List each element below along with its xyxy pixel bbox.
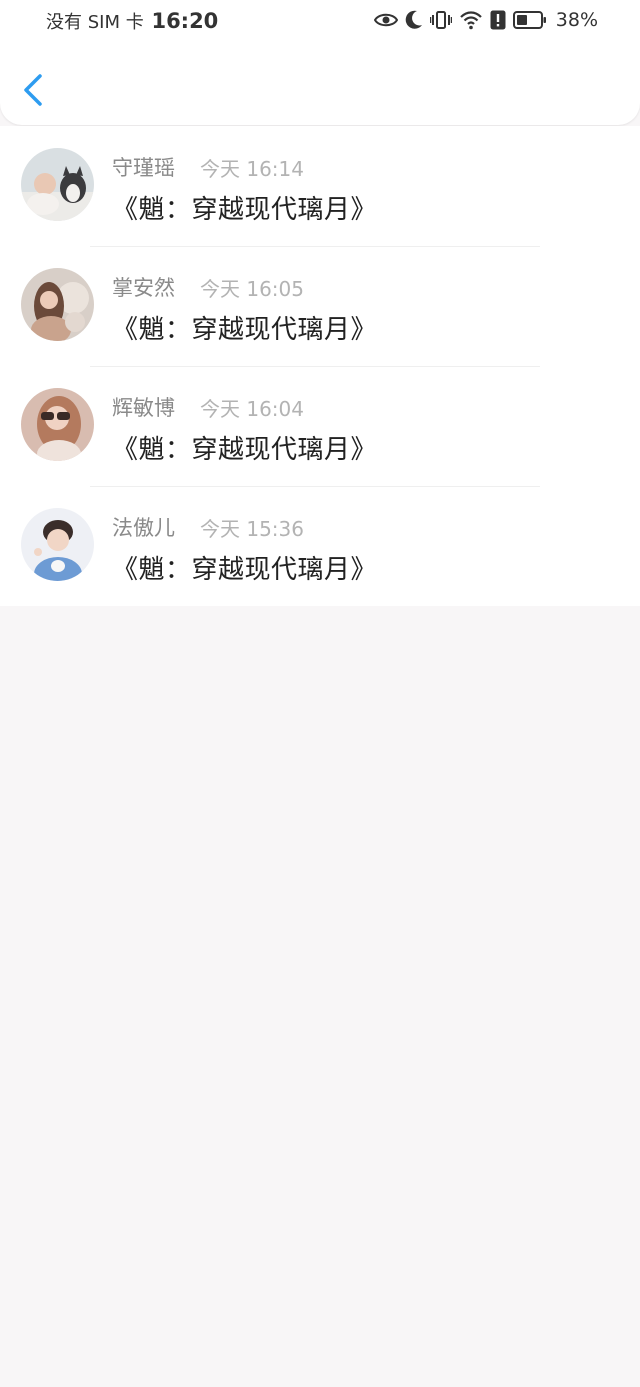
moon-icon [405, 10, 423, 30]
avatar[interactable] [21, 148, 94, 221]
message-list: 守瑾瑶 今天 16:14 《魈：穿越现代璃月》 掌安然 今天 16:05 《魈：… [0, 126, 640, 606]
message-content: 《魈：穿越现代璃月》 [112, 555, 378, 585]
sender-name: 掌安然 [112, 276, 175, 300]
sender-name: 法傲儿 [112, 516, 175, 540]
status-icons: 38% [373, 9, 598, 31]
chevron-left-icon [24, 74, 42, 106]
wifi-icon [459, 10, 483, 30]
top-bar: 没有 SIM 卡 16:20 38% [0, 0, 640, 125]
sender-name: 守瑾瑶 [112, 156, 175, 180]
eye-icon [373, 11, 398, 29]
carrier-label: 没有 SIM 卡 [46, 12, 144, 33]
avatar[interactable] [21, 508, 94, 581]
list-item[interactable]: 辉敏博 今天 16:04 《魈：穿越现代璃月》 [0, 366, 640, 486]
list-item[interactable]: 掌安然 今天 16:05 《魈：穿越现代璃月》 [0, 246, 640, 366]
vibrate-icon [429, 10, 452, 30]
battery-icon [512, 10, 547, 30]
status-clock: 16:20 [151, 9, 219, 33]
avatar[interactable] [21, 388, 94, 461]
message-content: 《魈：穿越现代璃月》 [112, 315, 378, 345]
message-content: 《魈：穿越现代璃月》 [112, 195, 378, 225]
alert-icon [490, 10, 506, 30]
message-time: 今天 16:14 [200, 157, 304, 181]
battery-percent: 38% [555, 9, 598, 31]
list-item[interactable]: 守瑾瑶 今天 16:14 《魈：穿越现代璃月》 [0, 126, 640, 246]
avatar[interactable] [21, 268, 94, 341]
message-time: 今天 15:36 [200, 517, 304, 541]
list-item[interactable]: 法傲儿 今天 15:36 《魈：穿越现代璃月》 [0, 486, 640, 606]
status-bar: 没有 SIM 卡 16:20 38% [0, 0, 640, 44]
message-content: 《魈：穿越现代璃月》 [112, 435, 378, 465]
message-time: 今天 16:04 [200, 397, 304, 421]
back-button[interactable] [18, 70, 54, 110]
status-left: 没有 SIM 卡 16:20 [46, 8, 218, 34]
message-time: 今天 16:05 [200, 277, 304, 301]
sender-name: 辉敏博 [112, 396, 175, 420]
